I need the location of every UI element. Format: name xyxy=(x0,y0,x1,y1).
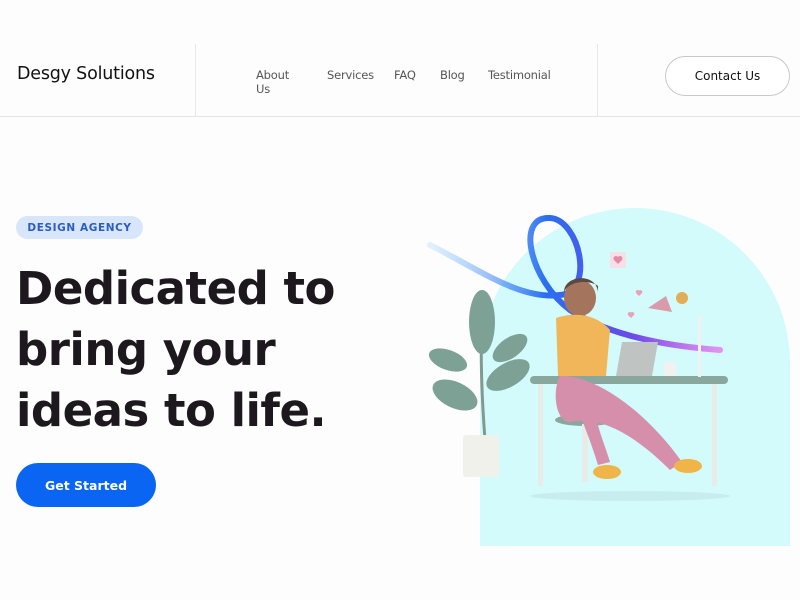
header-divider xyxy=(597,44,598,116)
nav-testimonial[interactable]: Testimonial xyxy=(488,68,551,82)
contact-us-button[interactable]: Contact Us xyxy=(665,56,790,96)
illustration-svg xyxy=(427,214,730,501)
laptop xyxy=(616,342,658,376)
headline-line: ideas to life. xyxy=(16,384,327,437)
nav-faq[interactable]: FAQ xyxy=(394,68,416,82)
nav-blog[interactable]: Blog xyxy=(440,68,465,82)
site-header: Desgy Solutions About Us Services FAQ Bl… xyxy=(0,44,800,117)
category-badge: DESIGN AGENCY xyxy=(16,216,143,239)
hero-headline: Dedicated to bring your ideas to life. xyxy=(16,258,336,441)
get-started-button[interactable]: Get Started xyxy=(16,463,156,507)
heart-icon xyxy=(635,290,643,296)
potted-plant xyxy=(428,290,530,477)
mug xyxy=(664,362,676,376)
hero-illustration xyxy=(420,200,800,560)
header-divider xyxy=(195,44,196,116)
heart-icon xyxy=(627,312,635,318)
headline-line: Dedicated to xyxy=(16,262,335,315)
brand-logo[interactable]: Desgy Solutions xyxy=(17,64,155,84)
nav-about-us[interactable]: About Us xyxy=(256,68,289,96)
nav-services[interactable]: Services xyxy=(327,68,374,82)
headline-line: bring your xyxy=(16,323,276,376)
